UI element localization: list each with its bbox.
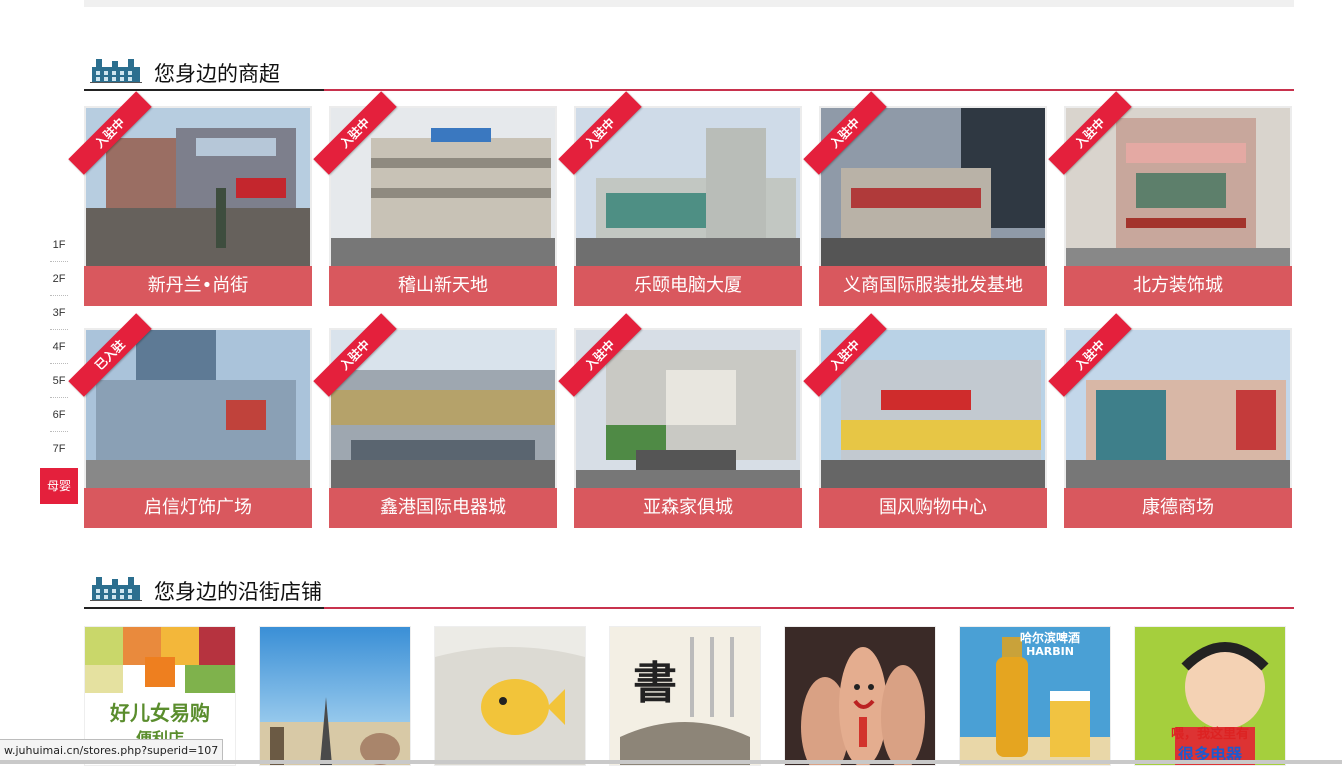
floor-3f[interactable]: 3F — [40, 296, 78, 330]
store-subname: 哈尔滨啤酒 — [1019, 631, 1080, 645]
store-name: 喂，我这里有 — [1170, 727, 1249, 742]
mall-card[interactable]: 入驻中 鑫港国际电器城 — [313, 313, 557, 550]
mall-card[interactable]: 入驻中 北方装饰城 — [1048, 91, 1292, 328]
mall-name[interactable]: 北方装饰城 — [1064, 266, 1292, 306]
top-divider — [84, 0, 1294, 7]
building-icon — [90, 59, 142, 83]
mall-name[interactable]: 乐颐电脑大厦 — [574, 266, 802, 306]
mall-name[interactable]: 义商国际服装批发基地 — [819, 266, 1047, 306]
mall-card[interactable]: 已入驻 启信灯饰广场 — [68, 313, 312, 550]
section-rule-accent — [84, 607, 324, 609]
floor-4f[interactable]: 4F — [40, 330, 78, 364]
streets-section-header: 您身边的沿街店铺 — [84, 569, 1294, 609]
malls-section-header: 您身边的商超 — [84, 51, 1294, 91]
store-thumb[interactable]: 哈尔滨啤酒 HARBIN — [959, 626, 1111, 766]
mall-card[interactable]: 入驻中 新丹兰•尚街 — [68, 91, 312, 328]
building-icon — [90, 577, 142, 601]
floor-baby[interactable]: 母婴 — [40, 468, 78, 504]
store-name: 好儿女易购 — [110, 701, 210, 725]
store-thumb[interactable] — [784, 626, 936, 766]
mall-name[interactable]: 稽山新天地 — [329, 266, 557, 306]
mall-card[interactable]: 入驻中 乐颐电脑大厦 — [558, 91, 802, 328]
store-name: HARBIN — [1026, 645, 1074, 658]
malls-section-title: 您身边的商超 — [154, 62, 280, 86]
taskbar-strip — [0, 760, 1342, 764]
mall-name[interactable]: 新丹兰•尚街 — [84, 266, 312, 306]
store-glyph: 書 — [633, 658, 677, 709]
floor-7f[interactable]: 7F — [40, 432, 78, 466]
mall-card[interactable]: 入驻中 稽山新天地 — [313, 91, 557, 328]
mall-card[interactable]: 入驻中 亚森家俱城 — [558, 313, 802, 550]
stores-row: 好儿女易购 便利店 書 哈尔滨啤酒 HARBIN 喂，我这里有 很多电器 — [84, 626, 1294, 766]
section-rule-accent — [84, 89, 324, 91]
mall-name[interactable]: 鑫港国际电器城 — [329, 488, 557, 528]
store-thumb[interactable]: 喂，我这里有 很多电器 — [1134, 626, 1286, 766]
floor-2f[interactable]: 2F — [40, 262, 78, 296]
store-thumb[interactable] — [259, 626, 411, 766]
mall-card[interactable]: 入驻中 康德商场 — [1048, 313, 1292, 550]
floor-nav: 1F 2F 3F 4F 5F 6F 7F 母婴 — [40, 228, 78, 504]
mall-name[interactable]: 康德商场 — [1064, 488, 1292, 528]
streets-section-title: 您身边的沿街店铺 — [154, 580, 322, 604]
floor-1f[interactable]: 1F — [40, 228, 78, 262]
mall-name[interactable]: 亚森家俱城 — [574, 488, 802, 528]
store-thumb[interactable]: 書 — [609, 626, 761, 766]
mall-name[interactable]: 国风购物中心 — [819, 488, 1047, 528]
floor-6f[interactable]: 6F — [40, 398, 78, 432]
mall-card[interactable]: 入驻中 国风购物中心 — [803, 313, 1047, 550]
mall-name[interactable]: 启信灯饰广场 — [84, 488, 312, 528]
store-thumb[interactable] — [434, 626, 586, 766]
mall-card[interactable]: 入驻中 义商国际服装批发基地 — [803, 91, 1047, 328]
